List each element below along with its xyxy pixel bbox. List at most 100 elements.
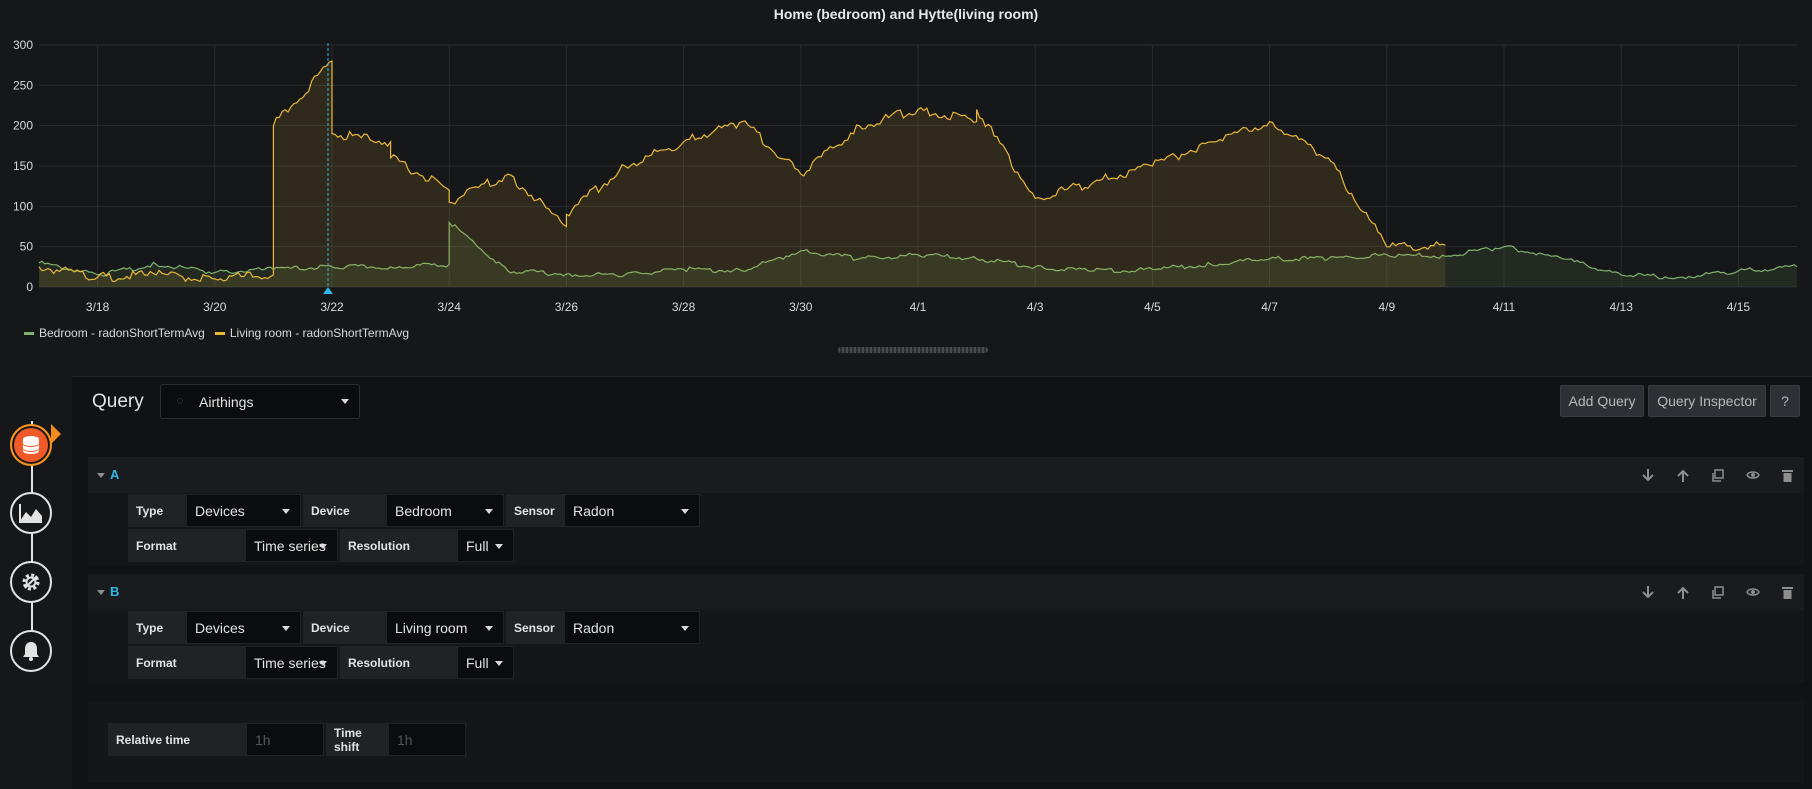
- datasource-icon: ◌: [176, 394, 184, 407]
- panel-resize-handle[interactable]: [838, 347, 988, 353]
- x-tick-label: 3/22: [320, 300, 344, 314]
- y-tick-label: 150: [13, 159, 33, 173]
- query-ref-id: A: [110, 467, 120, 482]
- query-row-body: Type Devices Device Bedroom Sensor Radon…: [88, 493, 1804, 565]
- sensor-label: Sensor: [506, 494, 564, 527]
- x-tick-label: 3/24: [438, 300, 462, 314]
- y-tick-label: 250: [13, 78, 33, 92]
- gear-icon: [22, 573, 40, 591]
- rail-visualization-button[interactable]: [10, 492, 52, 534]
- time-shift-input[interactable]: [388, 723, 466, 756]
- chevron-down-icon: [282, 626, 290, 631]
- resolution-select-value: Full: [466, 537, 489, 554]
- duplicate-icon[interactable]: [1707, 582, 1728, 602]
- device-select-value: Bedroom: [395, 502, 452, 519]
- query-editor: Query ◌ Airthings Add Query Query Inspec…: [72, 376, 1812, 789]
- relative-time-input[interactable]: [246, 723, 324, 756]
- trash-icon[interactable]: [1777, 582, 1798, 602]
- legend-swatch-living-room: [214, 331, 225, 335]
- chevron-down-icon: [282, 509, 290, 514]
- query-options: Relative time Time shift: [88, 701, 1804, 783]
- datasource-name: Airthings: [199, 393, 254, 410]
- sensor-label: Sensor: [506, 611, 564, 644]
- legend-label-bedroom: Bedroom - radonShortTermAvg: [39, 326, 205, 340]
- x-tick-label: 3/20: [203, 300, 227, 314]
- query-row-actions: [1637, 582, 1798, 602]
- x-tick-label: 3/30: [789, 300, 813, 314]
- device-label: Device: [303, 494, 386, 527]
- rail-alert-button[interactable]: [10, 630, 52, 672]
- rail-general-settings-button[interactable]: [10, 561, 52, 603]
- eye-icon[interactable]: [1742, 465, 1763, 485]
- chevron-down-icon: [681, 509, 689, 514]
- type-select-value: Devices: [195, 619, 245, 636]
- x-tick-label: 4/13: [1610, 300, 1634, 314]
- device-select[interactable]: Bedroom: [386, 494, 504, 527]
- type-label: Type: [128, 494, 186, 527]
- duplicate-icon[interactable]: [1707, 465, 1728, 485]
- x-tick-label: 3/18: [86, 300, 110, 314]
- y-tick-label: 100: [13, 199, 33, 213]
- bell-icon: [23, 642, 39, 661]
- query-row-header[interactable]: B: [88, 574, 1804, 610]
- sensor-select[interactable]: Radon: [564, 611, 700, 644]
- collapse-caret-icon[interactable]: [97, 473, 105, 478]
- device-label: Device: [303, 611, 386, 644]
- type-label: Type: [128, 611, 186, 644]
- move-up-icon[interactable]: [1672, 465, 1693, 485]
- rail-active-pointer: [51, 424, 61, 444]
- x-tick-label: 3/26: [555, 300, 579, 314]
- resolution-select[interactable]: Full: [457, 646, 514, 679]
- x-tick-label: 4/11: [1493, 300, 1516, 314]
- chart-plot[interactable]: 0 50 100 150 200 250 300 3/18 3/20 3/22 3/24 3/26 3/…: [0, 0, 1812, 320]
- database-icon: [23, 436, 39, 454]
- query-row-header[interactable]: A: [88, 457, 1804, 493]
- add-query-button[interactable]: Add Query: [1560, 385, 1644, 417]
- sensor-select[interactable]: Radon: [564, 494, 700, 527]
- format-label: Format: [128, 529, 245, 562]
- query-section-title: Query: [92, 391, 144, 412]
- editor-side-rail: [0, 376, 64, 789]
- format-select[interactable]: Time series: [245, 529, 338, 562]
- x-tick-label: 4/1: [910, 300, 927, 314]
- trash-icon[interactable]: [1777, 465, 1798, 485]
- chevron-down-icon: [319, 661, 327, 666]
- legend-item-living-room[interactable]: Living room - radonShortTermAvg: [214, 326, 410, 340]
- collapse-caret-icon[interactable]: [97, 590, 105, 595]
- query-row-actions: [1637, 465, 1798, 485]
- move-down-icon[interactable]: [1637, 582, 1658, 602]
- y-tick-label: 50: [20, 240, 34, 254]
- chevron-down-icon: [485, 509, 493, 514]
- graph-panel: 0 50 100 150 200 250 300 3/18 3/20 3/22 3/24 3/26 3/…: [0, 0, 1812, 360]
- x-tick-label: 4/5: [1144, 300, 1161, 314]
- legend-swatch-bedroom: [24, 331, 34, 335]
- area-chart-icon: [19, 504, 42, 523]
- sensor-select-value: Radon: [573, 502, 615, 519]
- y-tick-label: 300: [13, 38, 33, 52]
- legend-label-living-room: Living room - radonShortTermAvg: [229, 326, 410, 340]
- annotation-marker: [323, 287, 333, 294]
- chart-title: Home (bedroom) and Hytte(living room): [773, 6, 1039, 22]
- query-inspector-button[interactable]: Query Inspector: [1648, 385, 1766, 417]
- format-select[interactable]: Time series: [245, 646, 338, 679]
- x-tick-label: 4/7: [1261, 300, 1278, 314]
- datasource-picker[interactable]: ◌ Airthings: [160, 384, 360, 419]
- type-select[interactable]: Devices: [186, 494, 301, 527]
- legend-item-bedroom[interactable]: Bedroom - radonShortTermAvg: [24, 326, 205, 340]
- type-select[interactable]: Devices: [186, 611, 301, 644]
- y-tick-label: 200: [13, 119, 33, 133]
- help-button[interactable]: ?: [1770, 385, 1800, 417]
- x-tick-label: 4/9: [1378, 300, 1395, 314]
- chevron-down-icon: [341, 399, 349, 404]
- move-up-icon[interactable]: [1672, 582, 1693, 602]
- format-label: Format: [128, 646, 245, 679]
- eye-icon[interactable]: [1742, 582, 1763, 602]
- move-down-icon[interactable]: [1637, 465, 1658, 485]
- x-tick-label: 4/15: [1727, 300, 1751, 314]
- format-select-value: Time series: [254, 537, 326, 554]
- resolution-select[interactable]: Full: [457, 529, 514, 562]
- x-tick-label: 4/3: [1027, 300, 1044, 314]
- rail-queries-button[interactable]: [10, 424, 52, 466]
- query-row-body: Type Devices Device Living room Sensor R…: [88, 610, 1804, 682]
- device-select[interactable]: Living room: [386, 611, 504, 644]
